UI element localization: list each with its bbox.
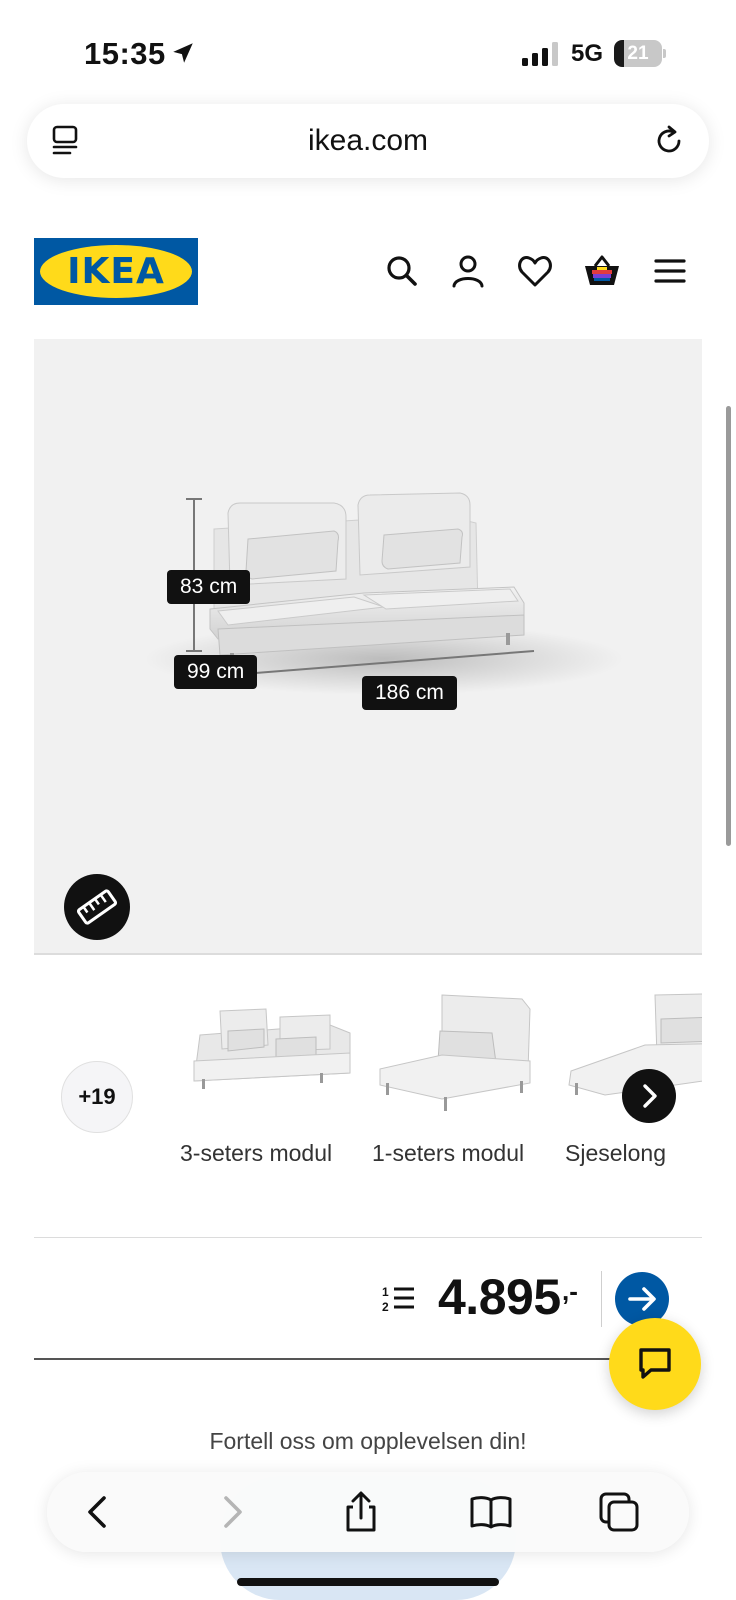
- ikea-logo[interactable]: IKEA: [34, 238, 198, 305]
- depth-dimension-label: 99 cm: [174, 655, 258, 689]
- price-divider: [34, 1358, 614, 1360]
- favorites-icon[interactable]: [516, 252, 554, 290]
- variant-3-seat-image: [193, 1008, 351, 1089]
- browser-toolbar: [47, 1472, 689, 1552]
- product-image[interactable]: 83 cm 99 cm 186 cm: [34, 339, 702, 955]
- tabs-icon[interactable]: [597, 1490, 641, 1534]
- account-icon[interactable]: [449, 252, 487, 290]
- status-bar: 15:35 5G 21: [0, 0, 736, 100]
- chevron-right-icon: [643, 1084, 657, 1108]
- svg-text:1: 1: [382, 1285, 389, 1299]
- basket-icon[interactable]: [583, 252, 621, 290]
- variant-thumb-1-seat[interactable]: 1-seters modul: [372, 975, 552, 1175]
- measure-button[interactable]: [64, 874, 130, 940]
- variant-thumb-3-seat[interactable]: 3-seters modul: [180, 975, 360, 1175]
- location-arrow-icon: [173, 43, 193, 63]
- back-icon[interactable]: [77, 1490, 121, 1534]
- variant-label: 3-seters modul: [180, 1140, 333, 1166]
- bookmarks-icon[interactable]: [469, 1490, 513, 1534]
- svg-text:2: 2: [382, 1300, 389, 1314]
- network-type: 5G: [571, 40, 604, 67]
- carousel-next-button[interactable]: [622, 1069, 676, 1123]
- share-icon[interactable]: [339, 1490, 383, 1534]
- battery-level: 21: [627, 43, 649, 64]
- url-text[interactable]: ikea.com: [27, 104, 709, 178]
- chat-icon: [639, 1348, 671, 1379]
- menu-icon[interactable]: [651, 252, 689, 290]
- section-divider: [34, 1237, 702, 1238]
- product-price: 4.895: [438, 1269, 561, 1325]
- installment-list-icon: 1 2: [382, 1285, 414, 1314]
- home-indicator: [237, 1578, 499, 1586]
- forward-icon[interactable]: [209, 1490, 253, 1534]
- battery-icon: 21: [614, 40, 666, 67]
- search-icon[interactable]: [383, 252, 421, 290]
- variant-label: 1-seters modul: [372, 1140, 525, 1166]
- status-time: 15:35: [84, 36, 166, 71]
- height-dimension-label: 83 cm: [167, 570, 251, 604]
- more-variants-button[interactable]: +19: [61, 1061, 133, 1133]
- chat-button[interactable]: [609, 1318, 701, 1410]
- ruler-icon: [76, 889, 118, 925]
- variant-label: Sjeselong: [565, 1140, 667, 1166]
- width-dimension-label: 186 cm: [362, 676, 457, 710]
- sofa-illustration: [144, 492, 624, 695]
- logo-text: IKEA: [67, 251, 165, 292]
- price-separator: [601, 1271, 602, 1327]
- variant-1-seat-image: [379, 994, 531, 1111]
- reload-icon[interactable]: [651, 123, 687, 159]
- price-suffix: ,-: [562, 1276, 578, 1306]
- page-scrollbar[interactable]: [726, 406, 731, 846]
- cellular-signal-icon: [522, 42, 558, 66]
- address-bar[interactable]: ikea.com: [27, 104, 709, 178]
- feedback-text[interactable]: Fortell oss om opplevelsen din!: [0, 1428, 736, 1455]
